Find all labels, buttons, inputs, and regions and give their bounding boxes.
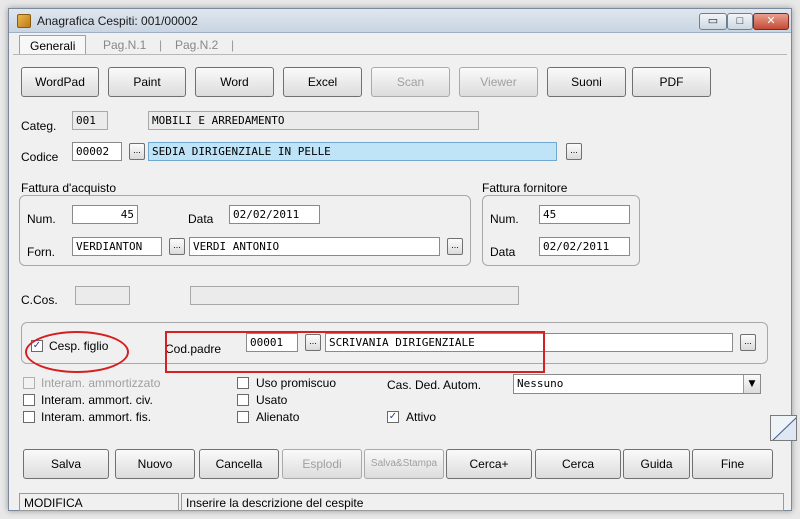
cas-ded-label: Cas. Ded. Autom. <box>387 378 482 392</box>
app-icon <box>17 14 31 28</box>
usato-label: Usato <box>256 393 288 407</box>
alienato-checkbox[interactable] <box>237 411 249 423</box>
interam-ammort-fis-label: Interam. ammort. fis. <box>41 410 152 424</box>
cod-padre-description-lookup-button[interactable]: ... <box>740 334 756 351</box>
main-window: Anagrafica Cespiti: 001/00002 ▭ □ ✕ Gene… <box>8 8 797 511</box>
fine-button[interactable]: Fine <box>692 449 773 479</box>
attivo-checkbox[interactable]: ✓ <box>387 411 399 423</box>
excel-button[interactable]: Excel <box>283 67 362 97</box>
fattura-data-label: Data <box>188 212 214 226</box>
paint-button[interactable]: Paint <box>108 67 186 97</box>
fattura-data-field[interactable]: 02/02/2011 <box>229 205 320 224</box>
tab-generali[interactable]: Generali <box>19 35 87 55</box>
corner-triangle-icon[interactable] <box>770 415 797 441</box>
chevron-down-icon[interactable]: ▼ <box>743 375 760 393</box>
fattura-num-field[interactable]: 45 <box>72 205 138 224</box>
close-button[interactable]: ✕ <box>753 13 789 30</box>
pdf-button[interactable]: PDF <box>632 67 711 97</box>
fatt-forn-num-field[interactable]: 45 <box>539 205 630 224</box>
status-mode: MODIFICA <box>19 493 179 511</box>
scan-button[interactable]: Scan <box>371 67 450 97</box>
window-title: Anagrafica Cespiti: 001/00002 <box>37 14 198 28</box>
minimize-button[interactable]: ▭ <box>699 13 727 30</box>
fornitore-lookup-button[interactable]: ... <box>169 238 185 255</box>
guida-button[interactable]: Guida <box>623 449 690 479</box>
fornitore-name-lookup-button[interactable]: ... <box>447 238 463 255</box>
codice-description-lookup-button[interactable]: ... <box>566 143 582 160</box>
cas-ded-select[interactable]: Nessuno ▼ <box>513 374 761 394</box>
esplodi-button[interactable]: Esplodi <box>282 449 362 479</box>
title-bar[interactable]: Anagrafica Cespiti: 001/00002 ▭ □ ✕ <box>9 9 791 33</box>
salva-button[interactable]: Salva <box>23 449 109 479</box>
fattura-acquisto-legend: Fattura d'acquisto <box>21 181 117 195</box>
alienato-label: Alienato <box>256 410 300 424</box>
categ-description-field[interactable]: MOBILI E ARREDAMENTO <box>148 111 479 130</box>
uso-promiscuo-label: Uso promiscuo <box>256 376 337 390</box>
fornitore-code-field[interactable]: VERDIANTON <box>72 237 162 256</box>
codice-description-field[interactable]: SEDIA DIRIGENZIALE IN PELLE <box>148 142 557 161</box>
fatt-forn-num-label: Num. <box>490 212 519 226</box>
nuovo-button[interactable]: Nuovo <box>115 449 195 479</box>
fornitore-label: Forn. <box>27 245 56 259</box>
cerca-button[interactable]: Cerca <box>535 449 621 479</box>
interam-ammortizzato-label: Interam. ammortizzato <box>41 376 161 390</box>
attivo-label: Attivo <box>406 410 437 424</box>
fattura-fornitore-legend: Fattura fornitore <box>482 181 568 195</box>
categ-code-field[interactable]: 001 <box>72 111 108 130</box>
codice-label: Codice <box>21 150 59 164</box>
cerca-plus-button[interactable]: Cerca+ <box>446 449 532 479</box>
tab-separator: | <box>231 38 235 52</box>
interam-ammort-civ-checkbox[interactable] <box>23 394 35 406</box>
categ-label: Categ. <box>21 119 57 133</box>
viewer-button[interactable]: Viewer <box>459 67 538 97</box>
diagonal-icon <box>772 417 796 440</box>
uso-promiscuo-checkbox[interactable] <box>237 377 249 389</box>
ccos-code-field[interactable] <box>75 286 130 305</box>
fornitore-name-field[interactable]: VERDI ANTONIO <box>189 237 440 256</box>
highlight-ellipse <box>25 331 129 373</box>
cancella-button[interactable]: Cancella <box>199 449 279 479</box>
status-hint: Inserire la descrizione del cespite <box>181 493 784 511</box>
ccos-description-field[interactable] <box>190 286 519 305</box>
fatt-forn-data-label: Data <box>490 245 516 259</box>
tab-pag-n1[interactable]: Pag.N.1 <box>93 35 156 55</box>
codice-code-field[interactable]: 00002 <box>72 142 122 161</box>
cas-ded-value: Nessuno <box>517 377 564 390</box>
usato-checkbox[interactable] <box>237 394 249 406</box>
fattura-num-label: Num. <box>27 212 56 226</box>
codice-lookup-button[interactable]: ... <box>129 143 145 160</box>
ccos-label: C.Cos. <box>21 293 58 307</box>
interam-ammortizzato-checkbox[interactable] <box>23 377 35 389</box>
interam-ammort-civ-label: Interam. ammort. civ. <box>41 393 153 407</box>
tab-separator: | <box>159 38 163 52</box>
highlight-rectangle <box>165 331 545 373</box>
wordpad-button[interactable]: WordPad <box>21 67 99 97</box>
fatt-forn-data-field[interactable]: 02/02/2011 <box>539 237 630 256</box>
maximize-button[interactable]: □ <box>727 13 753 30</box>
salva-stampa-button[interactable]: Salva&Stampa <box>364 449 444 479</box>
interam-ammort-fis-checkbox[interactable] <box>23 411 35 423</box>
tab-pag-n2[interactable]: Pag.N.2 <box>165 35 228 55</box>
suoni-button[interactable]: Suoni <box>547 67 626 97</box>
word-button[interactable]: Word <box>195 67 274 97</box>
